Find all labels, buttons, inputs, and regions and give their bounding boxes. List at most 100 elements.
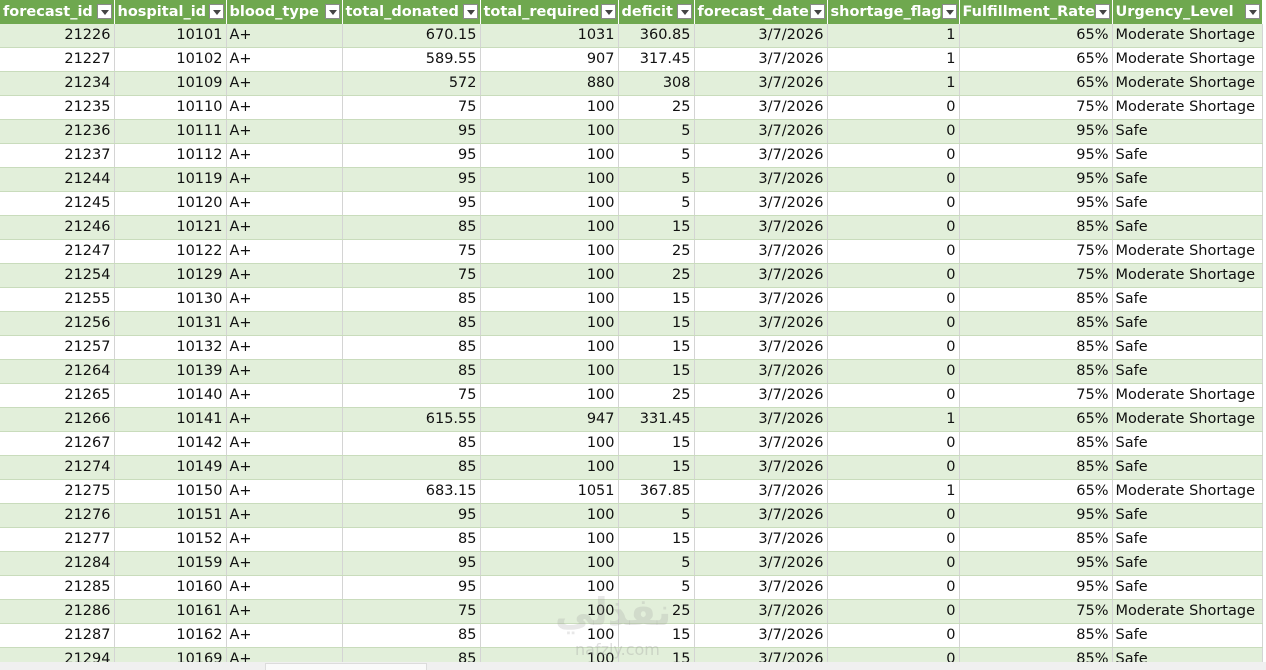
column-header-deficit[interactable]: deficit (618, 0, 695, 24)
cell-urgency-level[interactable]: Safe (1112, 623, 1263, 648)
cell-fulfillment-rate[interactable]: 65% (959, 71, 1113, 96)
cell-total-required[interactable]: 100 (480, 383, 619, 408)
cell-urgency-level[interactable]: Moderate Shortage (1112, 479, 1263, 504)
cell-fulfillment-rate[interactable]: 65% (959, 407, 1113, 432)
cell-total-required[interactable]: 907 (480, 47, 619, 72)
cell-hospital-id[interactable]: 10131 (114, 311, 227, 336)
cell-forecast-date[interactable]: 3/7/2026 (694, 599, 828, 624)
cell-urgency-level[interactable]: Moderate Shortage (1112, 599, 1263, 624)
cell-fulfillment-rate[interactable]: 95% (959, 575, 1113, 600)
cell-hospital-id[interactable]: 10109 (114, 71, 227, 96)
cell-fulfillment-rate[interactable]: 95% (959, 551, 1113, 576)
cell-total-donated[interactable]: 95 (342, 191, 481, 216)
cell-urgency-level[interactable]: Moderate Shortage (1112, 239, 1263, 264)
cell-urgency-level[interactable]: Safe (1112, 143, 1263, 168)
cell-forecast-date[interactable]: 3/7/2026 (694, 167, 828, 192)
cell-blood-type[interactable]: A+ (226, 455, 343, 480)
cell-total-required[interactable]: 1031 (480, 24, 619, 48)
cell-forecast-id[interactable]: 21276 (0, 503, 115, 528)
filter-dropdown-icon[interactable] (96, 4, 112, 19)
cell-hospital-id[interactable]: 10122 (114, 239, 227, 264)
cell-total-donated[interactable]: 95 (342, 551, 481, 576)
cell-urgency-level[interactable]: Safe (1112, 575, 1263, 600)
cell-total-required[interactable]: 100 (480, 575, 619, 600)
cell-total-required[interactable]: 100 (480, 455, 619, 480)
cell-fulfillment-rate[interactable]: 85% (959, 527, 1113, 552)
cell-deficit[interactable]: 25 (618, 95, 695, 120)
cell-shortage-flag[interactable]: 0 (827, 119, 960, 144)
cell-forecast-date[interactable]: 3/7/2026 (694, 503, 828, 528)
cell-shortage-flag[interactable]: 0 (827, 359, 960, 384)
cell-shortage-flag[interactable]: 0 (827, 95, 960, 120)
cell-forecast-date[interactable]: 3/7/2026 (694, 311, 828, 336)
cell-fulfillment-rate[interactable]: 75% (959, 263, 1113, 288)
cell-hospital-id[interactable]: 10121 (114, 215, 227, 240)
horizontal-scrollbar[interactable] (0, 662, 1266, 670)
cell-forecast-date[interactable]: 3/7/2026 (694, 383, 828, 408)
cell-forecast-id[interactable]: 21267 (0, 431, 115, 456)
cell-shortage-flag[interactable]: 0 (827, 623, 960, 648)
cell-forecast-id[interactable]: 21237 (0, 143, 115, 168)
cell-urgency-level[interactable]: Safe (1112, 455, 1263, 480)
cell-fulfillment-rate[interactable]: 95% (959, 191, 1113, 216)
cell-urgency-level[interactable]: Moderate Shortage (1112, 95, 1263, 120)
cell-blood-type[interactable]: A+ (226, 119, 343, 144)
cell-shortage-flag[interactable]: 0 (827, 191, 960, 216)
cell-blood-type[interactable]: A+ (226, 24, 343, 48)
column-header-total-required[interactable]: total_required (480, 0, 619, 24)
cell-blood-type[interactable]: A+ (226, 575, 343, 600)
cell-blood-type[interactable]: A+ (226, 479, 343, 504)
cell-hospital-id[interactable]: 10152 (114, 527, 227, 552)
cell-hospital-id[interactable]: 10132 (114, 335, 227, 360)
cell-total-donated[interactable]: 670.15 (342, 24, 481, 48)
cell-forecast-id[interactable]: 21227 (0, 47, 115, 72)
column-header-shortage-flag[interactable]: shortage_flag (827, 0, 960, 24)
cell-deficit[interactable]: 15 (618, 359, 695, 384)
cell-total-donated[interactable]: 615.55 (342, 407, 481, 432)
cell-blood-type[interactable]: A+ (226, 335, 343, 360)
cell-forecast-id[interactable]: 21244 (0, 167, 115, 192)
cell-total-donated[interactable]: 85 (342, 287, 481, 312)
cell-shortage-flag[interactable]: 0 (827, 455, 960, 480)
cell-blood-type[interactable]: A+ (226, 527, 343, 552)
cell-blood-type[interactable]: A+ (226, 71, 343, 96)
cell-urgency-level[interactable]: Safe (1112, 215, 1263, 240)
cell-deficit[interactable]: 5 (618, 503, 695, 528)
column-header-total-donated[interactable]: total_donated (342, 0, 481, 24)
cell-total-donated[interactable]: 85 (342, 431, 481, 456)
cell-forecast-date[interactable]: 3/7/2026 (694, 479, 828, 504)
cell-total-donated[interactable]: 75 (342, 95, 481, 120)
cell-blood-type[interactable]: A+ (226, 191, 343, 216)
cell-total-required[interactable]: 100 (480, 599, 619, 624)
cell-shortage-flag[interactable]: 0 (827, 575, 960, 600)
filter-dropdown-icon[interactable] (600, 4, 616, 19)
cell-hospital-id[interactable]: 10129 (114, 263, 227, 288)
cell-total-donated[interactable]: 75 (342, 599, 481, 624)
cell-total-required[interactable]: 880 (480, 71, 619, 96)
cell-total-required[interactable]: 100 (480, 119, 619, 144)
cell-forecast-date[interactable]: 3/7/2026 (694, 335, 828, 360)
cell-urgency-level[interactable]: Safe (1112, 287, 1263, 312)
cell-urgency-level[interactable]: Safe (1112, 527, 1263, 552)
cell-urgency-level[interactable]: Moderate Shortage (1112, 24, 1263, 48)
cell-total-donated[interactable]: 75 (342, 263, 481, 288)
cell-deficit[interactable]: 25 (618, 383, 695, 408)
cell-fulfillment-rate[interactable]: 65% (959, 24, 1113, 48)
cell-urgency-level[interactable]: Safe (1112, 335, 1263, 360)
cell-shortage-flag[interactable]: 0 (827, 263, 960, 288)
cell-shortage-flag[interactable]: 0 (827, 599, 960, 624)
cell-forecast-id[interactable]: 21245 (0, 191, 115, 216)
cell-shortage-flag[interactable]: 0 (827, 167, 960, 192)
column-header-fulfillment-rate[interactable]: Fulfillment_Rate (959, 0, 1113, 24)
cell-shortage-flag[interactable]: 0 (827, 503, 960, 528)
cell-shortage-flag[interactable]: 0 (827, 239, 960, 264)
cell-total-donated[interactable]: 95 (342, 167, 481, 192)
cell-total-required[interactable]: 100 (480, 95, 619, 120)
cell-forecast-date[interactable]: 3/7/2026 (694, 24, 828, 48)
cell-forecast-id[interactable]: 21277 (0, 527, 115, 552)
cell-forecast-date[interactable]: 3/7/2026 (694, 119, 828, 144)
cell-total-donated[interactable]: 85 (342, 335, 481, 360)
cell-forecast-id[interactable]: 21226 (0, 24, 115, 48)
filter-dropdown-icon[interactable] (809, 4, 825, 19)
cell-forecast-date[interactable]: 3/7/2026 (694, 95, 828, 120)
